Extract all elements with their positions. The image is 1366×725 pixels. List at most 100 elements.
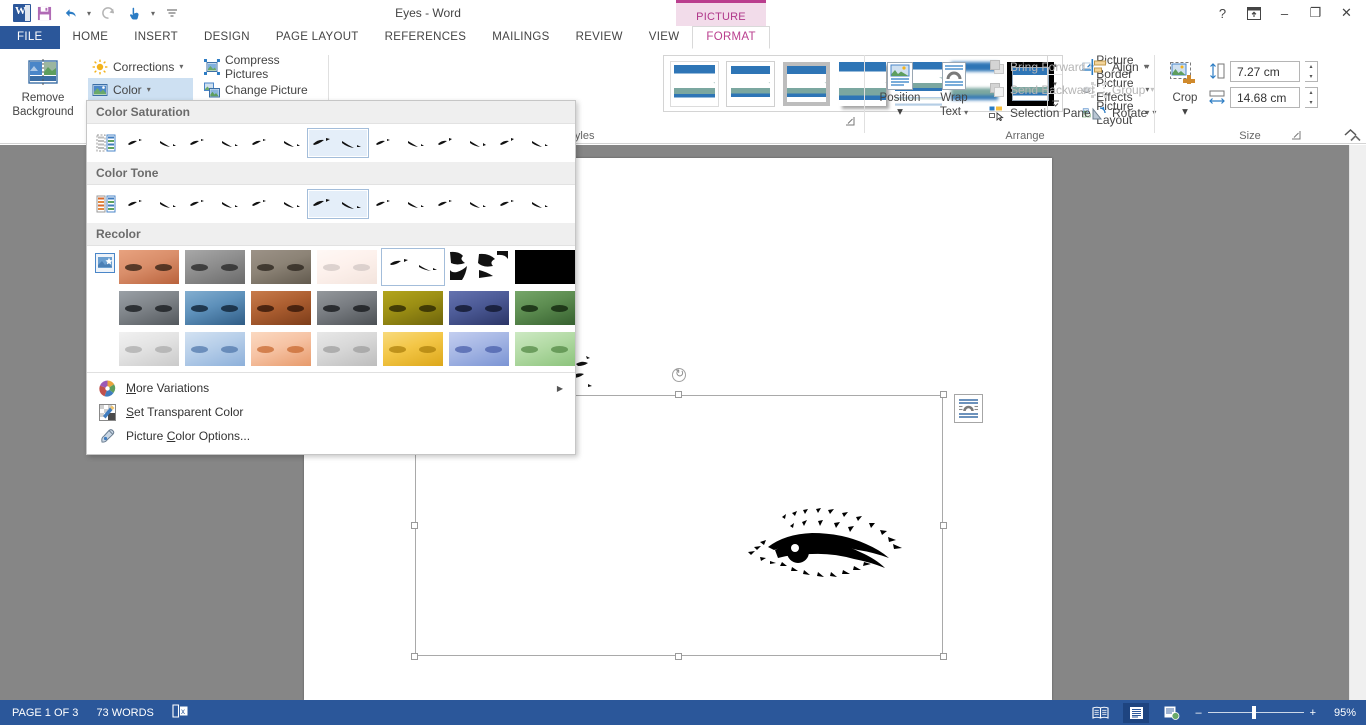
change-picture-button[interactable]: Change Picture: [200, 78, 330, 101]
tab-mailings[interactable]: MAILINGS: [479, 26, 562, 49]
web-layout-icon[interactable]: [1159, 703, 1185, 723]
wrap-text-button[interactable]: Wrap Text ▾: [929, 55, 979, 120]
tone-option-10[interactable]: [462, 189, 493, 219]
tone-option-4[interactable]: [245, 189, 276, 219]
color-caret[interactable]: ▾: [147, 85, 151, 94]
resize-handle-bottom-center[interactable]: [675, 653, 682, 660]
saturation-option-8[interactable]: [400, 128, 431, 158]
shape-width-spin-up[interactable]: ▴: [1305, 88, 1317, 98]
recolor-light-variation-indigo[interactable]: [449, 332, 509, 366]
set-transparent-color-menu-item[interactable]: Set Transparent Color: [87, 400, 575, 424]
shape-height-spinner[interactable]: ▴ ▾: [1305, 61, 1318, 82]
word-count[interactable]: 73 WORDS: [96, 707, 153, 719]
resize-handle-bottom-left[interactable]: [411, 653, 418, 660]
saturation-option-11[interactable]: [493, 128, 524, 158]
tone-option-6-selected[interactable]: [307, 189, 369, 219]
saturation-option-9[interactable]: [431, 128, 462, 158]
resize-handle-top-center[interactable]: [675, 391, 682, 398]
minimize-button[interactable]: –: [1269, 0, 1300, 26]
tab-view[interactable]: VIEW: [636, 26, 693, 49]
tone-option-5[interactable]: [276, 189, 307, 219]
picture-styles-dialog-launcher[interactable]: [844, 115, 855, 126]
tone-option-3[interactable]: [214, 189, 245, 219]
layout-options-button[interactable]: [954, 394, 983, 423]
recolor-grayscale[interactable]: [185, 250, 245, 284]
color-button[interactable]: Color ▾: [88, 78, 193, 101]
recolor-washout[interactable]: [317, 250, 377, 284]
corrections-caret[interactable]: ▾: [179, 62, 183, 71]
saturation-option-7[interactable]: [369, 128, 400, 158]
color-dropdown-menu[interactable]: Color Saturation Color Tone Recolor More…: [86, 100, 576, 455]
picture-color-options-menu-item[interactable]: Picture Color Options...: [87, 424, 575, 448]
shape-height-spin-down[interactable]: ▾: [1305, 72, 1317, 82]
compress-pictures-button[interactable]: Compress Pictures: [200, 53, 330, 81]
recolor-light-variation-gold[interactable]: [383, 332, 443, 366]
corrections-button[interactable]: Corrections ▾: [88, 55, 193, 78]
tab-references[interactable]: REFERENCES: [372, 26, 480, 49]
recolor-dark-variation-indigo[interactable]: [449, 291, 509, 325]
remove-background-button[interactable]: Remove Background: [3, 53, 83, 119]
tone-option-9[interactable]: [431, 189, 462, 219]
picture-style-beveled-matte-white[interactable]: [726, 61, 775, 107]
zoom-in-button[interactable]: +: [1310, 707, 1316, 719]
saturation-option-12[interactable]: [524, 128, 555, 158]
saturation-option-3[interactable]: [214, 128, 245, 158]
shape-height-spin-up[interactable]: ▴: [1305, 62, 1317, 72]
saturation-option-2[interactable]: [183, 128, 214, 158]
proofing-errors-icon[interactable]: x: [172, 704, 188, 721]
resize-handle-middle-right[interactable]: [940, 521, 947, 529]
rotation-handle[interactable]: [672, 367, 686, 382]
zoom-out-button[interactable]: –: [1195, 707, 1201, 719]
crop-caret[interactable]: ▾: [1182, 105, 1188, 119]
restore-button[interactable]: ❐: [1300, 0, 1331, 26]
page-indicator[interactable]: PAGE 1 OF 3: [12, 707, 78, 719]
tone-option-1[interactable]: [152, 189, 183, 219]
saturation-option-0[interactable]: [121, 128, 152, 158]
recolor-dark-variation-gray2[interactable]: [317, 291, 377, 325]
help-icon[interactable]: ?: [1207, 0, 1238, 26]
tab-insert[interactable]: INSERT: [121, 26, 191, 49]
recolor-light-variation-blue[interactable]: [185, 332, 245, 366]
picture-style-simple-frame-white[interactable]: [670, 61, 719, 107]
ribbon-display-options-icon[interactable]: [1238, 0, 1269, 26]
size-dialog-launcher[interactable]: [1290, 129, 1301, 140]
close-button[interactable]: ✕: [1331, 0, 1362, 26]
recolor-dark-variation-orange[interactable]: [251, 291, 311, 325]
recolor-black-and-white-25[interactable]: [515, 250, 575, 284]
tab-file[interactable]: FILE: [0, 26, 60, 49]
recolor-light-variation-green[interactable]: [515, 332, 575, 366]
shape-width-spin-down[interactable]: ▾: [1305, 98, 1317, 108]
rotate-button[interactable]: Rotate ▾: [1087, 101, 1160, 124]
recolor-black-and-white-50[interactable]: [449, 250, 509, 284]
shape-width-spinner[interactable]: ▴ ▾: [1305, 87, 1318, 108]
recolor-light-variation-orange[interactable]: [251, 332, 311, 366]
tab-review[interactable]: REVIEW: [563, 26, 636, 49]
tone-option-0[interactable]: [121, 189, 152, 219]
tab-home[interactable]: HOME: [60, 26, 122, 49]
resize-handle-middle-left[interactable]: [411, 521, 418, 529]
saturation-option-6-selected[interactable]: [307, 128, 369, 158]
recolor-sepia[interactable]: [251, 250, 311, 284]
position-button[interactable]: Position ▾: [871, 55, 929, 119]
resize-handle-top-right[interactable]: [940, 391, 947, 398]
more-variations-menu-item[interactable]: More Variations ▶: [87, 376, 575, 400]
recolor-light-variation-gray2[interactable]: [317, 332, 377, 366]
zoom-slider[interactable]: – +: [1195, 706, 1316, 719]
crop-button[interactable]: Crop ▾: [1161, 55, 1209, 119]
wrap-text-caret[interactable]: ▾: [964, 108, 968, 117]
more-variations-submenu-arrow[interactable]: ▶: [557, 384, 563, 393]
tone-option-12[interactable]: [524, 189, 555, 219]
zoom-knob[interactable]: [1251, 706, 1256, 719]
shape-height-input[interactable]: 7.27 cm: [1230, 61, 1300, 82]
saturation-option-10[interactable]: [462, 128, 493, 158]
read-mode-icon[interactable]: [1087, 703, 1113, 723]
align-button[interactable]: Align ▾: [1087, 55, 1160, 78]
tone-option-8[interactable]: [400, 189, 431, 219]
saturation-option-4[interactable]: [245, 128, 276, 158]
recolor-dark-variation-gold[interactable]: [383, 291, 443, 325]
print-layout-icon[interactable]: [1123, 702, 1150, 723]
saturation-option-5[interactable]: [276, 128, 307, 158]
position-caret[interactable]: ▾: [897, 105, 903, 119]
tab-page-layout[interactable]: PAGE LAYOUT: [263, 26, 372, 49]
tone-option-2[interactable]: [183, 189, 214, 219]
